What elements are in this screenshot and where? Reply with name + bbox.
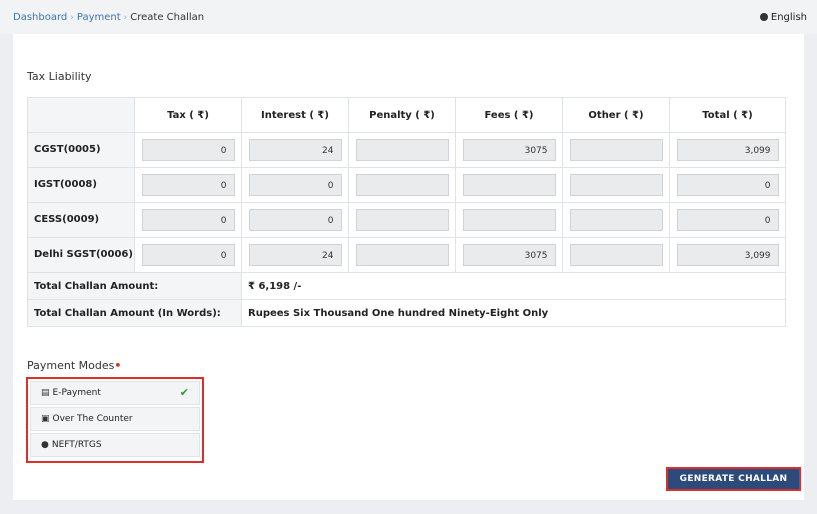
other-field[interactable] xyxy=(569,139,663,161)
total-words-row: Total Challan Amount (In Words): Rupees … xyxy=(27,299,786,327)
penalty-field[interactable] xyxy=(355,209,449,231)
row-label: IGST(0008) xyxy=(27,167,135,203)
table-row: Delhi SGST(0006) 0 24 3075 3,099 xyxy=(27,237,786,273)
column-header-total: Total ( ₹) xyxy=(669,97,786,133)
penalty-field[interactable] xyxy=(355,244,449,266)
tax-liability-title: Tax Liability xyxy=(27,70,92,83)
top-bar: Dashboard › Payment › Create Challan English xyxy=(0,0,817,34)
tax-field[interactable]: 0 xyxy=(141,209,235,231)
column-header xyxy=(27,97,135,133)
generate-challan-button[interactable]: GENERATE CHALLAN xyxy=(666,467,801,491)
other-field[interactable] xyxy=(569,174,663,196)
language-label: English xyxy=(770,12,807,23)
column-header-interest: Interest ( ₹) xyxy=(241,97,349,133)
total-field: 0 xyxy=(676,209,779,231)
payment-mode-over-the-counter[interactable]: ▣ Over The Counter xyxy=(30,407,200,431)
breadcrumb-separator: › xyxy=(123,13,128,23)
row-label: CGST(0005) xyxy=(27,132,135,168)
payment-mode-label: Over The Counter xyxy=(52,414,133,424)
total-field: 0 xyxy=(676,174,779,196)
fees-field[interactable]: 3075 xyxy=(462,139,556,161)
column-header-other: Other ( ₹) xyxy=(562,97,670,133)
total-words-label: Total Challan Amount (In Words): xyxy=(27,299,242,327)
cash-icon: ▣ xyxy=(41,414,50,424)
payment-modes-text: Payment Modes xyxy=(27,359,115,372)
total-amount-value: ₹ 6,198 /- xyxy=(241,272,786,300)
table-row: CGST(0005) 0 24 3075 3,099 xyxy=(27,132,786,168)
payment-mode-epayment[interactable]: ▤ E-Payment ✔ xyxy=(30,381,200,405)
total-amount-row: Total Challan Amount: ₹ 6,198 /- xyxy=(27,272,786,300)
breadcrumb: Dashboard › Payment › Create Challan xyxy=(13,12,204,23)
tax-field[interactable]: 0 xyxy=(141,244,235,266)
total-field: 3,099 xyxy=(676,139,779,161)
payment-mode-label: NEFT/RTGS xyxy=(51,440,102,450)
total-words-value: Rupees Six Thousand One hundred Ninety-E… xyxy=(241,299,786,327)
check-icon: ✔ xyxy=(179,386,189,399)
total-field: 3,099 xyxy=(676,244,779,266)
total-amount-label: Total Challan Amount: xyxy=(27,272,242,300)
table-header-row: Tax ( ₹) Interest ( ₹) Penalty ( ₹) Fees… xyxy=(27,97,786,133)
breadcrumb-separator: › xyxy=(70,13,74,23)
breadcrumb-dashboard[interactable]: Dashboard xyxy=(13,12,67,23)
interest-field[interactable]: 0 xyxy=(248,174,342,196)
payment-modes-group: ▤ E-Payment ✔ ▣ Over The Counter ● NEFT/RTG… xyxy=(26,377,204,463)
globe-icon: ● xyxy=(41,440,49,450)
fees-field[interactable]: 3075 xyxy=(462,244,556,266)
penalty-field[interactable] xyxy=(355,139,449,161)
column-header-penalty: Penalty ( ₹) xyxy=(348,97,456,133)
tax-field[interactable]: 0 xyxy=(141,139,235,161)
row-label: Delhi SGST(0006) xyxy=(27,237,135,273)
fees-field[interactable] xyxy=(462,209,556,231)
breadcrumb-current: Create Challan xyxy=(130,12,205,23)
fees-field[interactable] xyxy=(462,174,556,196)
required-marker: • xyxy=(114,359,122,372)
tax-liability-table: Tax ( ₹) Interest ( ₹) Penalty ( ₹) Fees… xyxy=(27,97,786,327)
interest-field[interactable]: 0 xyxy=(248,209,342,231)
challan-panel: Tax Liability Tax ( ₹) Interest ( ₹) Pen… xyxy=(13,34,804,500)
globe-icon xyxy=(759,13,768,21)
breadcrumb-payment[interactable]: Payment xyxy=(77,12,121,23)
column-header-tax: Tax ( ₹) xyxy=(134,97,242,133)
tax-field[interactable]: 0 xyxy=(141,174,235,196)
interest-field[interactable]: 24 xyxy=(248,244,342,266)
payment-mode-neft-rtgs[interactable]: ● NEFT/RTGS xyxy=(30,433,200,457)
table-row: CESS(0009) 0 0 0 xyxy=(27,202,786,238)
penalty-field[interactable] xyxy=(355,174,449,196)
column-header-fees: Fees ( ₹) xyxy=(455,97,563,133)
language-selector[interactable]: English xyxy=(759,12,807,23)
payment-modes-label: Payment Modes• xyxy=(27,359,121,372)
payment-mode-label: E-Payment xyxy=(52,388,101,398)
interest-field[interactable]: 24 xyxy=(248,139,342,161)
other-field[interactable] xyxy=(569,209,663,231)
other-field[interactable] xyxy=(569,244,663,266)
row-label: CESS(0009) xyxy=(27,202,135,238)
card-icon: ▤ xyxy=(41,388,50,398)
table-row: IGST(0008) 0 0 0 xyxy=(27,167,786,203)
